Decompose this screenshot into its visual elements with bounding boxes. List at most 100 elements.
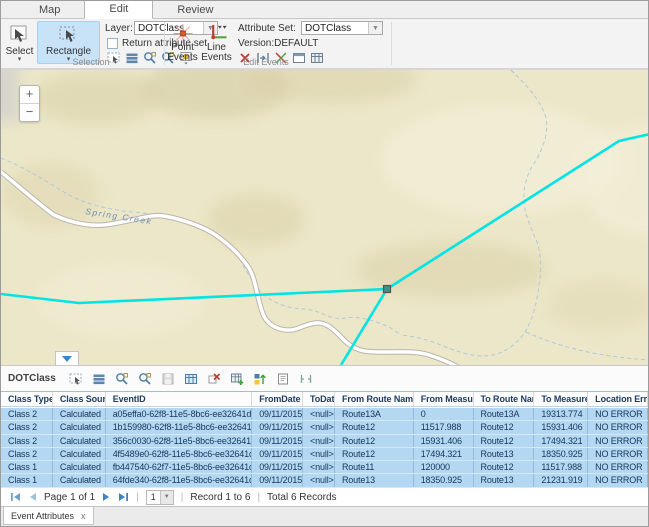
column-header[interactable]: Class Source bbox=[53, 392, 106, 406]
zoom-in-button[interactable]: + bbox=[20, 86, 39, 104]
pager-separator: | bbox=[181, 492, 184, 503]
table-cell: fb447540-62f7-11e5-8bc6-ee32641d5ec9 bbox=[106, 461, 253, 473]
table-cell: Route13A bbox=[474, 408, 535, 420]
zoom-to-selected-icon[interactable] bbox=[143, 51, 157, 65]
map-canvas[interactable]: Spring Creek + − bbox=[1, 70, 649, 365]
route-junction-marker[interactable] bbox=[384, 286, 391, 293]
table-cell: Class 2 bbox=[1, 435, 53, 447]
column-header[interactable]: EventID bbox=[106, 392, 253, 406]
column-header[interactable]: ToDate bbox=[303, 392, 335, 406]
table-cell: 15931.406 bbox=[414, 435, 474, 447]
table-cell: Calculated bbox=[53, 448, 106, 460]
table-row[interactable]: Class 1Calculatedfb447540-62f7-11e5-8bc6… bbox=[1, 461, 648, 474]
table-cell: Calculated bbox=[53, 461, 106, 473]
point-events-button[interactable]: Point Events bbox=[167, 21, 198, 64]
page-number-value: 1 bbox=[147, 492, 160, 502]
table-cell: 356c0030-62f8-11e5-8bc6-ee32641d5ec9 bbox=[106, 435, 253, 447]
edit-events-group-label: Edit Events bbox=[211, 57, 321, 67]
zoom-to-record-icon[interactable] bbox=[115, 372, 129, 386]
page-indicator: Page 1 of 1 bbox=[44, 492, 95, 503]
table-row[interactable]: Class 2Calculated356c0030-62f8-11e5-8bc6… bbox=[1, 435, 648, 448]
next-page-button[interactable] bbox=[102, 492, 111, 502]
table-cell: NO ERROR bbox=[588, 435, 648, 447]
table-cell: 09/11/2015 bbox=[252, 408, 303, 420]
table-cell: 11517.988 bbox=[414, 421, 474, 433]
table-cell: 19313.774 bbox=[534, 408, 588, 420]
table-cell: Class 2 bbox=[1, 408, 53, 420]
table-cell: 18350.925 bbox=[534, 448, 588, 460]
table-cell: Calculated bbox=[53, 474, 106, 486]
delete-record-icon[interactable] bbox=[207, 372, 221, 386]
table-cell: 21231.919 bbox=[534, 474, 588, 486]
column-header[interactable]: From Route Name bbox=[335, 392, 414, 406]
table-cell: Route12 bbox=[474, 435, 535, 447]
table-cell: 4f5489e0-62f8-11e5-8bc6-ee32641d5ec9 bbox=[106, 448, 253, 460]
table-cell: Route12 bbox=[474, 421, 535, 433]
table-cell: Route12 bbox=[335, 448, 414, 460]
previous-page-button[interactable] bbox=[28, 492, 37, 502]
pan-to-record-icon[interactable] bbox=[138, 372, 152, 386]
save-edits-icon[interactable] bbox=[161, 372, 175, 386]
page-number-arrow-icon[interactable]: ▼ bbox=[160, 491, 173, 504]
basemap: Spring Creek bbox=[1, 70, 649, 365]
table-cell: Calculated bbox=[53, 421, 106, 433]
table-cell: Class 1 bbox=[1, 461, 53, 473]
show-rows-icon[interactable] bbox=[92, 372, 106, 386]
panel-collapse-button[interactable] bbox=[55, 351, 79, 365]
column-header[interactable]: Class Type bbox=[1, 392, 53, 406]
table-cell: 17494.321 bbox=[534, 435, 588, 447]
table-cell: Route13 bbox=[335, 474, 414, 486]
tab-edit[interactable]: Edit bbox=[84, 0, 153, 19]
return-attribute-set-checkbox[interactable] bbox=[107, 38, 118, 49]
attribute-set-label: Attribute Set: bbox=[238, 23, 296, 34]
pager-separator: | bbox=[257, 492, 260, 503]
line-events-icon bbox=[206, 24, 228, 43]
table-cell: Route11 bbox=[335, 461, 414, 473]
attribute-set-combobox-arrow-icon[interactable]: ▼ bbox=[368, 22, 382, 34]
column-header[interactable]: Location Error bbox=[588, 392, 648, 406]
close-icon[interactable]: x bbox=[81, 511, 86, 521]
chevron-down-icon bbox=[62, 356, 72, 362]
page-number-select[interactable]: 1 ▼ bbox=[146, 490, 174, 505]
table-row[interactable]: Class 2Calculateda05effa0-62f8-11e5-8bc6… bbox=[1, 408, 648, 421]
table-row[interactable]: Class 2Calculated1b159980-62f8-11e5-8bc6… bbox=[1, 421, 648, 434]
attribute-panel-title: DOTClass bbox=[8, 373, 56, 384]
table-cell: <null> bbox=[303, 408, 335, 420]
notes-icon[interactable] bbox=[276, 372, 290, 386]
table-cell: <null> bbox=[303, 421, 335, 433]
table-row[interactable]: Class 2Calculated4f5489e0-62f8-11e5-8bc6… bbox=[1, 448, 648, 461]
column-header[interactable]: FromDate bbox=[252, 392, 303, 406]
add-record-icon[interactable] bbox=[230, 372, 244, 386]
sort-records-icon[interactable] bbox=[253, 372, 267, 386]
group-divider bbox=[164, 22, 165, 65]
zoom-out-button[interactable]: − bbox=[20, 104, 39, 121]
select-tool-button[interactable]: Select ▾ bbox=[4, 21, 35, 64]
table-cell: 1b159980-62f8-11e5-8bc6-ee32641d5ec9 bbox=[106, 421, 253, 433]
table-cell: NO ERROR bbox=[588, 448, 648, 460]
table-cell: Route13 bbox=[474, 474, 535, 486]
table-row[interactable]: Class 1Calculated64fde340-62f8-11e5-8bc6… bbox=[1, 474, 648, 487]
table-pagination-bar: Page 1 of 1 | 1 ▼ | Record 1 to 6 | Tota… bbox=[1, 488, 648, 506]
ribbon: Select ▾ Rectangle ▾ Layer: DOTClass ▼ R… bbox=[1, 19, 648, 70]
table-cell: Calculated bbox=[53, 435, 106, 447]
table-cell: Class 2 bbox=[1, 421, 53, 433]
tab-review[interactable]: Review bbox=[153, 2, 237, 18]
attribute-set-combobox[interactable]: DOTClass ▼ bbox=[301, 21, 383, 35]
record-range-text: Record 1 to 6 bbox=[190, 492, 250, 503]
column-header[interactable]: From Measure bbox=[414, 392, 474, 406]
measure-view-icon[interactable] bbox=[299, 372, 313, 386]
table-cell: 18350.925 bbox=[414, 474, 474, 486]
first-page-button[interactable] bbox=[10, 492, 21, 502]
table-cell: Route12 bbox=[335, 421, 414, 433]
tab-map[interactable]: Map bbox=[15, 2, 84, 18]
last-page-button[interactable] bbox=[118, 492, 129, 502]
column-header[interactable]: To Measure bbox=[534, 392, 588, 406]
table-cell: 09/11/2015 bbox=[252, 448, 303, 460]
table-cell: a05effa0-62f8-11e5-8bc6-ee32641d5ec9 bbox=[106, 408, 253, 420]
tab-event-attributes[interactable]: Event Attributes x bbox=[3, 507, 94, 525]
table-cell: <null> bbox=[303, 435, 335, 447]
table-cell: Route12 bbox=[474, 461, 535, 473]
select-records-icon[interactable] bbox=[69, 372, 83, 386]
column-header[interactable]: To Route Name bbox=[474, 392, 535, 406]
attribute-table-icon[interactable] bbox=[184, 372, 198, 386]
